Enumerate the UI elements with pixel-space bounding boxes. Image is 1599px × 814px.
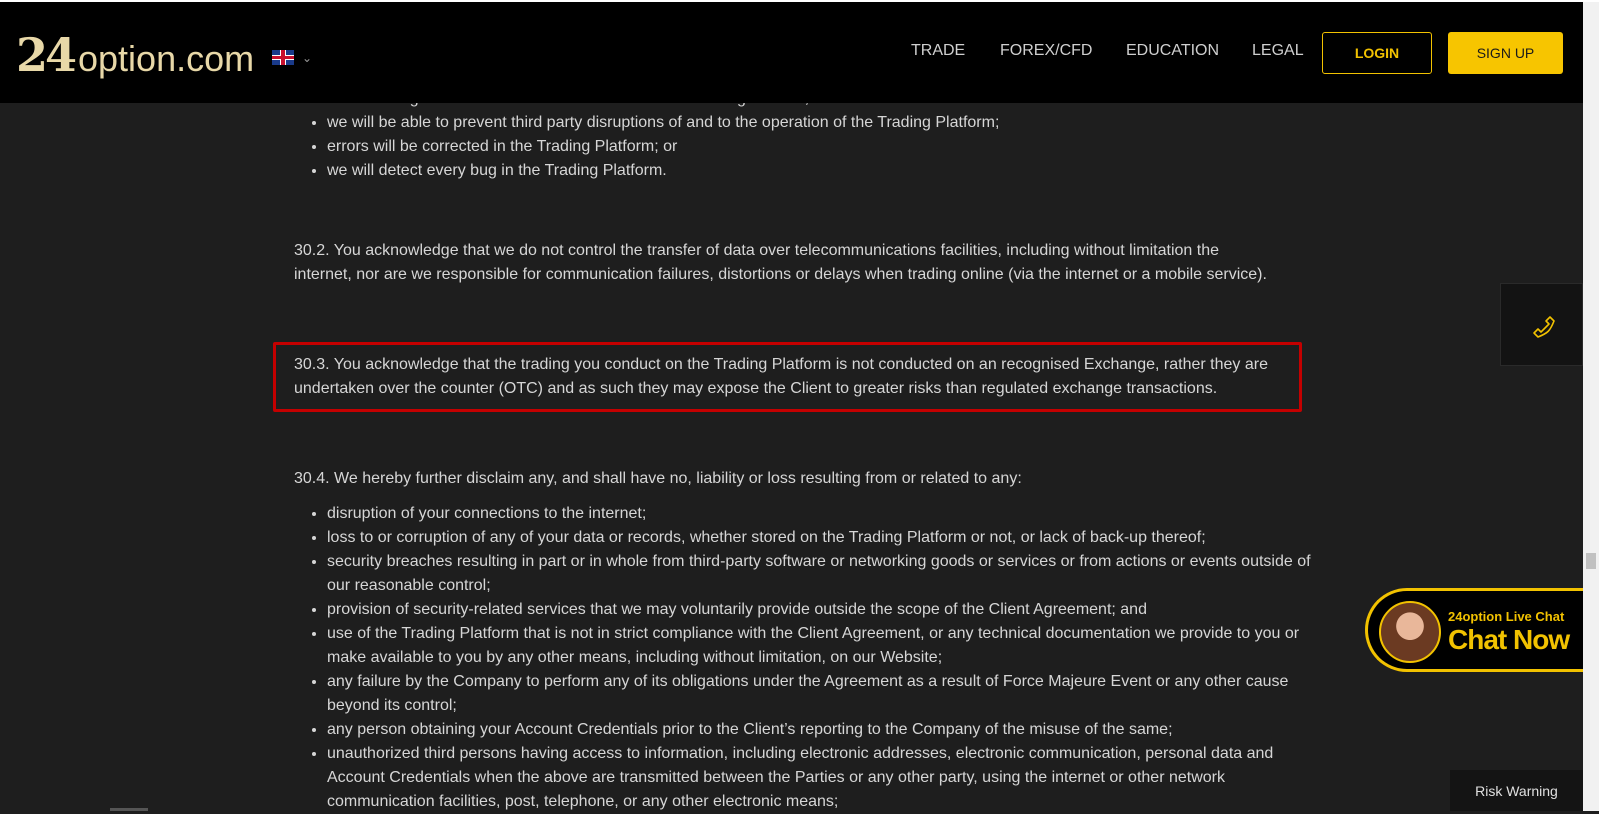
site-header: 24 option.com ⌄ TRADE FOREX/CFD EDUCATIO… [0,2,1583,103]
nav-trade[interactable]: TRADE [911,42,965,60]
clause-30-2: 30.2. You acknowledge that we do not con… [294,242,1267,283]
clause-30-3: 30.3. You acknowledge that the trading y… [294,356,1268,397]
nav-legal[interactable]: LEGAL [1252,42,1304,60]
signup-button[interactable]: SIGN UP [1448,32,1563,74]
bullet-list-bottom: disruption of your connections to the in… [294,502,1327,814]
chat-now-label: Chat Now [1448,624,1570,655]
page-scrollbar[interactable] [1583,2,1599,811]
scrollbar-thumb[interactable] [1586,553,1596,569]
list-item: unauthorized third persons having access… [327,742,1327,814]
language-selector[interactable]: ⌄ [272,50,312,65]
list-item: use of the Trading Platform that is not … [327,622,1327,670]
clause-30-4: 30.4. We hereby further disclaim any, an… [294,470,1022,487]
list-item: security breaches resulting in part or i… [327,550,1327,598]
legal-content: errors or bugs shall not constitute a br… [0,0,1583,811]
chat-title: 24option Live Chat [1448,609,1565,624]
live-chat-widget[interactable]: 24option Live Chat Chat Now [1365,588,1595,672]
nav-education[interactable]: EDUCATION [1126,42,1219,60]
risk-warning-tab[interactable]: Risk Warning [1450,770,1583,811]
logo-number: 24 [16,28,77,82]
nav-forex-cfd[interactable]: FOREX/CFD [1000,42,1092,60]
logo-text: option.com [78,38,255,79]
list-item: disruption of your connections to the in… [327,502,1327,526]
chat-agent-avatar [1379,601,1441,663]
list-item: we will be able to prevent third party d… [327,111,1327,135]
call-widget[interactable] [1500,283,1583,366]
chevron-down-icon: ⌄ [302,50,313,65]
list-item: loss to or corruption of any of your dat… [327,526,1327,550]
list-item: errors will be corrected in the Trading … [327,135,1327,159]
list-item: provision of security-related services t… [327,598,1327,622]
list-item: we will detect every bug in the Trading … [327,159,1327,183]
list-item: any failure by the Company to perform an… [327,670,1327,718]
list-item: any person obtaining your Account Creden… [327,718,1327,742]
login-button[interactable]: LOGIN [1322,32,1432,74]
phone-icon [1532,315,1555,338]
uk-flag-icon [272,50,294,65]
site-logo[interactable]: 24 option.com [16,28,255,82]
bullet-list-top: we will be able to prevent third party d… [294,111,1327,183]
